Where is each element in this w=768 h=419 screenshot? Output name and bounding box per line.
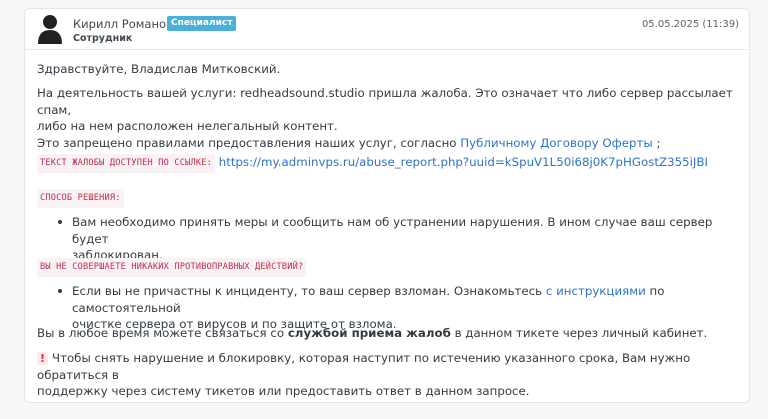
contact-paragraph: Вы в любое время можете связаться со слу… <box>37 326 708 340</box>
instructions-link[interactable]: с инструкциями <box>546 284 646 298</box>
innocent-label: ВЫ НЕ СОВЕРШАЕТЕ НИКАКИХ ПРОТИВОПРАВНЫХ … <box>37 258 307 277</box>
user-avatar-icon <box>38 14 62 44</box>
bullet-dot <box>58 289 62 293</box>
report-label: ТЕКСТ ЖАЛОБЫ ДОСТУПЕН ПО ССЫЛКЕ: <box>37 154 215 173</box>
author-name: Кирилл Романов <box>73 17 173 31</box>
solution-list-item: Вам необходимо принять меры и сообщить н… <box>25 214 749 262</box>
message-date: 05.05.2025 (11:39) <box>641 19 739 30</box>
ticket-message-card: Кирилл Романов Специалист Сотрудник 05.0… <box>24 8 750 403</box>
public-offer-link[interactable]: Публичному Договору Оферты <box>460 136 652 150</box>
solution-label: СПОСОБ РЕШЕНИЯ: <box>37 189 124 208</box>
innocent-list-item: Если вы не причастны к инциденту, то ваш… <box>25 283 749 331</box>
report-row: ТЕКСТ ЖАЛОБЫ ДОСТУПЕН ПО ССЫЛКЕ: https:/… <box>37 154 737 173</box>
author-role: Сотрудник <box>73 33 133 44</box>
specialist-badge: Специалист <box>167 16 237 31</box>
warning-icon: ! <box>37 352 48 365</box>
innocent-label-row: ВЫ НЕ СОВЕРШАЕТЕ НИКАКИХ ПРОТИВОПРАВНЫХ … <box>37 258 737 277</box>
abuse-report-link[interactable]: https://my.adminvps.ru/abuse_report.php?… <box>219 155 708 169</box>
warning-paragraph: ! Чтобы снять нарушение и блокировку, кот… <box>37 351 691 398</box>
bullet-dot <box>58 220 62 224</box>
message-header: Кирилл Романов Специалист Сотрудник 05.0… <box>25 9 749 50</box>
complaint-paragraph: На деятельность вашей услуги: redheadsou… <box>37 86 733 150</box>
solution-label-row: СПОСОБ РЕШЕНИЯ: <box>37 189 737 208</box>
greeting: Здравствуйте, Владислав Митковский. <box>37 62 281 76</box>
